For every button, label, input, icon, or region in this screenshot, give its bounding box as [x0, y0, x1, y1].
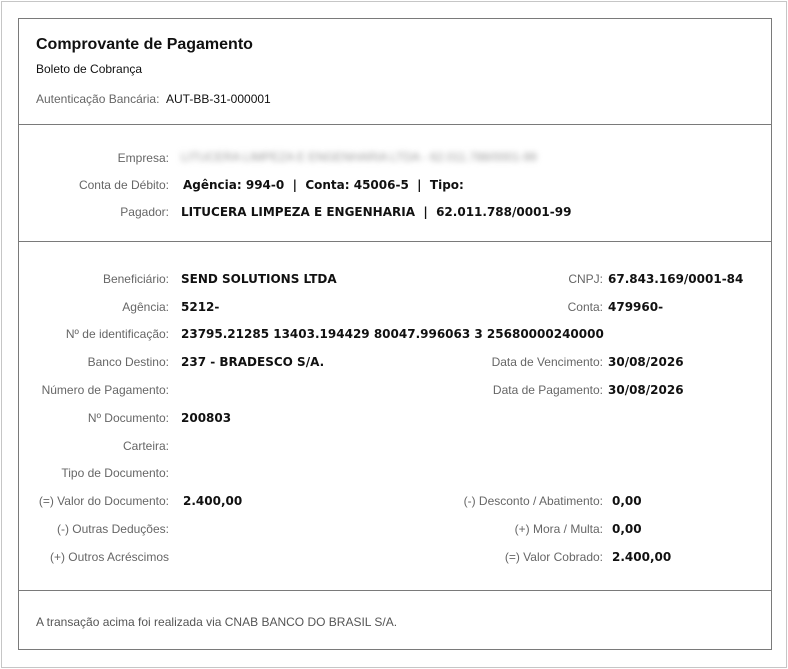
documento-label: Nº Documento:	[87, 411, 169, 425]
desconto-label: (-) Desconto / Abatimento:	[463, 494, 603, 508]
valor-documento-label: (=) Valor do Documento:	[38, 494, 169, 508]
auth-label: Autenticação Bancária:	[36, 92, 160, 106]
section-divider	[19, 124, 771, 125]
conta-debito-label: Conta de Débito:	[78, 178, 169, 192]
mora-label: (+) Mora / Multa:	[514, 522, 603, 536]
conta-debito-value: Agência: 994-0 | Conta: 45006-5 | Tipo:	[183, 178, 464, 192]
documento-value: 200803	[181, 411, 232, 425]
identificacao-label: Nº de identificação:	[65, 327, 169, 341]
cnpj-label: CNPJ:	[568, 272, 603, 286]
auth-value: AUT-BB-31-000001	[166, 92, 271, 106]
beneficiario-value: SEND SOLUTIONS LTDA	[181, 272, 337, 286]
outras-deducoes-label: (-) Outras Deduções:	[56, 522, 169, 536]
banco-destino-value: 237 - BRADESCO S/A.	[181, 355, 325, 369]
mora-value: 0,00	[612, 522, 642, 536]
section-divider	[19, 590, 771, 591]
identificacao-value: 23795.21285 13403.194429 80047.996063 3 …	[181, 327, 604, 341]
outros-acrescimos-label: (+) Outros Acréscimos	[49, 550, 169, 564]
payment-receipt: Comprovante de Pagamento Boleto de Cobra…	[18, 18, 772, 650]
agencia-value: 5212-	[181, 300, 220, 314]
valor-documento-value: 2.400,00	[183, 494, 243, 508]
valor-cobrado-value: 2.400,00	[612, 550, 672, 564]
carteira-label: Carteira:	[122, 439, 169, 453]
receipt-subtitle: Boleto de Cobrança	[36, 62, 143, 76]
empresa-label: Empresa:	[117, 151, 169, 165]
data-pagamento-label: Data de Pagamento:	[492, 383, 603, 397]
data-pagamento-value: 30/08/2026	[608, 383, 684, 397]
empresa-value-redacted: LITUCERA LIMPEZA E ENGENHARIA LTDA - 62.…	[181, 150, 537, 164]
conta-value: 479960-	[608, 300, 664, 314]
footer-note: A transação acima foi realizada via CNAB…	[36, 615, 398, 629]
pagador-label: Pagador:	[120, 205, 169, 219]
vencimento-label: Data de Vencimento:	[491, 355, 603, 369]
valor-cobrado-label: (=) Valor Cobrado:	[504, 550, 603, 564]
banco-destino-label: Banco Destino:	[87, 355, 169, 369]
cnpj-value: 67.843.169/0001-84	[608, 272, 744, 286]
agencia-label: Agência:	[122, 300, 169, 314]
numero-pagamento-label: Número de Pagamento:	[41, 383, 169, 397]
receipt-title: Comprovante de Pagamento	[36, 36, 253, 53]
vencimento-value: 30/08/2026	[608, 355, 684, 369]
section-divider	[19, 241, 771, 242]
pagador-value: LITUCERA LIMPEZA E ENGENHARIA | 62.011.7…	[181, 205, 572, 219]
desconto-value: 0,00	[612, 494, 642, 508]
tipo-documento-label: Tipo de Documento:	[61, 466, 169, 480]
beneficiario-label: Beneficiário:	[102, 272, 169, 286]
conta-label: Conta:	[567, 300, 603, 314]
